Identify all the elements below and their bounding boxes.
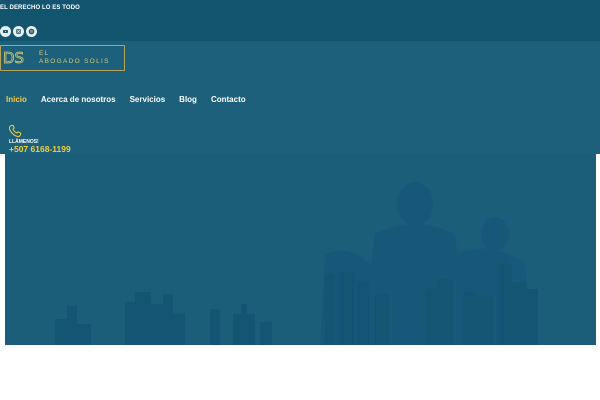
- nav-item-servicios[interactable]: Servicios: [130, 95, 166, 104]
- main-nav: Inicio Acerca de nosotros Servicios Blog…: [6, 95, 260, 104]
- instagram-icon[interactable]: [13, 26, 24, 37]
- logo-mark: DS: [3, 50, 25, 66]
- phone-number-link[interactable]: +507 6168-1199: [9, 144, 71, 154]
- logo-text: EL ABOGADO SOLIS: [39, 50, 110, 66]
- youtube-icon[interactable]: [0, 26, 11, 37]
- phone-icon[interactable]: [8, 124, 22, 138]
- nav-item-blog[interactable]: Blog: [179, 95, 197, 104]
- spotify-icon[interactable]: [26, 26, 37, 37]
- nav-item-acerca-de-nosotros[interactable]: Acerca de nosotros: [41, 95, 116, 104]
- site-tagline: EL DERECHO LO ES TODO: [0, 5, 80, 11]
- hero-banner: [5, 154, 596, 345]
- site-logo[interactable]: DS EL ABOGADO SOLIS: [0, 45, 125, 71]
- logo-line-2: ABOGADO SOLIS: [39, 58, 110, 65]
- top-bar: EL DERECHO LO ES TODO: [0, 0, 600, 41]
- nav-item-inicio[interactable]: Inicio: [6, 95, 27, 104]
- logo-line-1: EL: [39, 50, 50, 57]
- social-links: [0, 26, 37, 38]
- nav-item-contacto[interactable]: Contacto: [211, 95, 246, 104]
- city-skyline-silhouette: [55, 182, 538, 345]
- svg-text:DS: DS: [3, 50, 24, 66]
